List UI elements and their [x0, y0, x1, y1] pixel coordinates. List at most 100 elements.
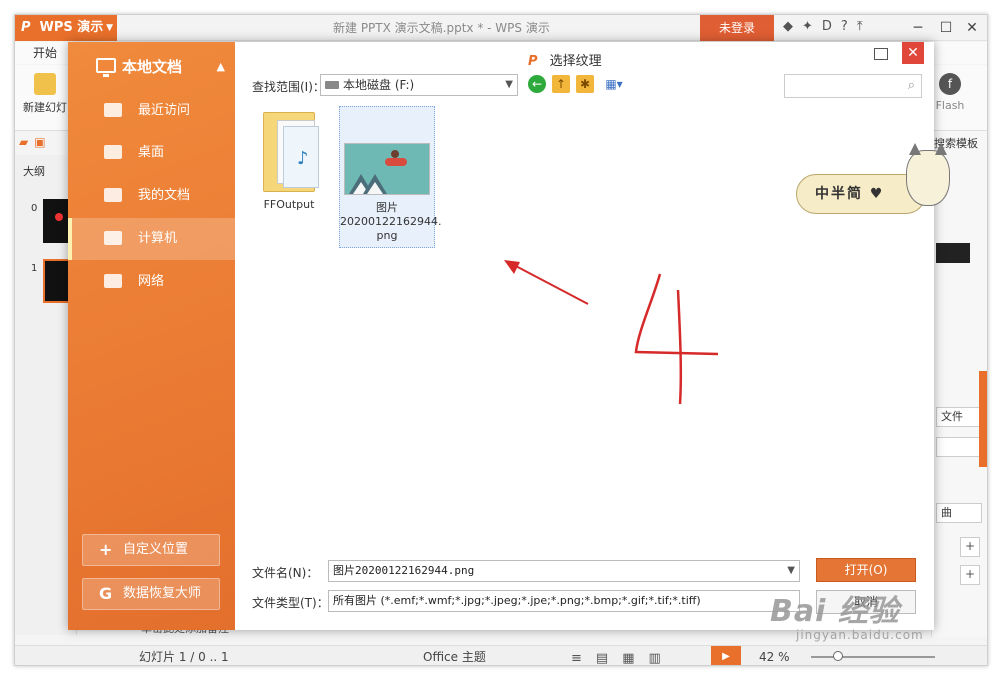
login-button[interactable]: 未登录 — [700, 15, 774, 41]
help-icon[interactable]: ? — [841, 19, 848, 37]
sidebar-header[interactable]: 本地文档 ▲ — [68, 42, 235, 92]
sidebar-item-network[interactable]: 网络 — [68, 261, 235, 303]
pane-toggle-tab[interactable] — [979, 371, 987, 467]
settings-icon[interactable]: ✦ — [802, 19, 813, 37]
select-texture-dialog: 本地文档 ▲ 最近访问 桌面 我的文档 计算机 网络 + 自定义位置 G 数据恢… — [68, 42, 950, 630]
view-menu-icon[interactable]: ▦▾ — [600, 75, 628, 93]
sidebar-item-desktop[interactable]: 桌面 — [68, 132, 235, 174]
titlebar-tools: ◆ ✦ D ? ⤒ — [783, 19, 863, 37]
close-app-button[interactable]: ✕ — [959, 15, 985, 41]
effect-field[interactable]: 曲 — [936, 503, 982, 523]
custom-location-label: 自定义位置 — [123, 542, 189, 557]
cat-sticker-icon — [906, 143, 950, 206]
custom-location-button[interactable]: + 自定义位置 — [82, 534, 220, 566]
app-menu-button[interactable]: P WPS 演示 ▼ — [15, 15, 117, 41]
recovery-icon: G — [99, 584, 113, 603]
look-in-select[interactable]: 本地磁盘 (F:) ▼ — [320, 74, 518, 96]
desktop-icon — [104, 145, 122, 159]
flash-button[interactable]: f Flash — [933, 73, 967, 112]
title-bar: P WPS 演示 ▼ 新建 PPTX 演示文稿.pptx * - WPS 演示 … — [15, 15, 987, 41]
data-recovery-button[interactable]: G 数据恢复大师 — [82, 578, 220, 610]
music-note-icon: ♪ — [297, 148, 309, 169]
filetype-value: 所有图片 (*.emf;*.wmf;*.jpg;*.jpeg;*.jpe;*.p… — [333, 594, 701, 607]
notes-view-icon[interactable]: ≡ — [571, 648, 582, 665]
dialog-nav-toolbar: ← ↑ ✱ ▦▾ — [528, 74, 628, 94]
file-name: 图片 20200122162944. png — [340, 201, 442, 242]
zoom-slider[interactable] — [811, 656, 935, 658]
wps-logo-icon: P — [21, 20, 31, 35]
slide-number: 0 — [31, 203, 38, 214]
file-item-folder[interactable]: ♪ FFOutput — [241, 106, 337, 211]
save-icon[interactable]: ▣ — [34, 135, 45, 151]
dialog-sidebar: 本地文档 ▲ 最近访问 桌面 我的文档 计算机 网络 + 自定义位置 G 数据恢… — [68, 42, 235, 630]
skin-icon[interactable]: ◆ — [783, 19, 793, 37]
document-title: 新建 PPTX 演示文稿.pptx * - WPS 演示 — [333, 21, 550, 35]
view-switcher: ≡ ▤ ▦ ▥ — [571, 648, 661, 665]
file-name: FFOutput — [263, 198, 315, 211]
collapse-up-icon[interactable]: ▲ — [217, 42, 225, 92]
sidebar-item-label: 计算机 — [138, 231, 178, 246]
new-slide-button[interactable]: 新建幻灯 — [21, 73, 69, 115]
dialog-title-text: 选择纹理 — [549, 54, 602, 69]
add-button[interactable]: + — [960, 537, 980, 557]
sidebar-item-computer[interactable]: 计算机 — [68, 218, 235, 260]
drive-icon — [325, 81, 339, 89]
normal-view-icon[interactable]: ▤ — [596, 648, 608, 665]
template-preview[interactable] — [936, 243, 970, 263]
slide-dot — [55, 213, 63, 221]
filename-label: 文件名(N)： — [252, 566, 319, 580]
filename-value: 图片20200122162944.png — [333, 564, 475, 577]
baidu-watermark: Bai 经验 jingyan.baidu.com — [770, 586, 984, 656]
chevron-down-icon: ▼ — [505, 79, 513, 90]
up-folder-icon[interactable]: ↑ — [552, 75, 570, 93]
dialog-search-input[interactable]: ⌕ — [784, 74, 922, 98]
wps-p-icon: P — [528, 54, 538, 69]
quick-access-bar: ▰ ▣ — [19, 135, 46, 151]
minimize-button[interactable]: ─ — [905, 15, 931, 41]
share-icon[interactable]: D — [822, 19, 832, 37]
slide-number: 1 — [31, 263, 38, 274]
dropdown-field[interactable] — [936, 437, 982, 457]
add-button[interactable]: + — [960, 565, 980, 585]
play-slideshow-button[interactable]: ▶ — [711, 646, 741, 665]
file-item-image[interactable]: 图片 20200122162944. png — [339, 106, 442, 248]
menu-start-tab[interactable]: 开始 — [33, 42, 57, 64]
filetype-select[interactable]: 所有图片 (*.emf;*.wmf;*.jpg;*.jpeg;*.jpe;*.p… — [328, 590, 800, 612]
open-button[interactable]: 打开(O) — [816, 558, 916, 582]
filename-input[interactable]: 图片20200122162944.png ▼ — [328, 560, 800, 582]
collapse-icon[interactable]: ⤒ — [857, 19, 863, 37]
folder-icon: ♪ — [259, 106, 319, 192]
sidebar-item-recent[interactable]: 最近访问 — [68, 90, 235, 132]
flash-icon: f — [939, 73, 961, 95]
maximize-button[interactable]: ☐ — [933, 15, 959, 41]
back-icon[interactable]: ← — [528, 75, 546, 93]
sidebar-item-label: 桌面 — [138, 145, 165, 160]
tab-outline[interactable]: 大纲 — [23, 163, 45, 179]
look-in-value: 本地磁盘 (F:) — [343, 78, 415, 92]
app-label: WPS 演示 — [39, 20, 104, 35]
new-folder-icon[interactable]: ✱ — [576, 75, 594, 93]
chevron-down-icon[interactable]: ▼ — [787, 561, 795, 581]
sidebar-header-label: 本地文档 — [122, 58, 183, 76]
computer-icon — [104, 231, 122, 245]
search-icon: ⌕ — [907, 78, 915, 93]
new-slide-icon — [34, 73, 56, 95]
chevron-down-icon: ▼ — [106, 23, 113, 33]
theme-name: Office 主题 — [423, 650, 486, 664]
file-list: ♪ FFOutput 图片 20200122162944. png — [235, 102, 934, 542]
watermark-logo: Bai 经验 — [770, 594, 900, 629]
sidebar-item-documents[interactable]: 我的文档 — [68, 175, 235, 217]
sidebar-item-label: 网络 — [138, 274, 165, 289]
image-thumbnail-icon — [344, 143, 430, 195]
dialog-close-button[interactable]: ✕ — [902, 42, 924, 64]
dialog-maximize-button[interactable] — [874, 48, 888, 60]
sorter-view-icon[interactable]: ▦ — [622, 648, 634, 665]
filetype-label: 文件类型(T)： — [252, 596, 329, 610]
sidebar-item-label: 我的文档 — [138, 188, 191, 203]
new-slide-label: 新建幻灯 — [23, 101, 67, 114]
file-button[interactable]: 文件 — [936, 407, 982, 427]
recent-icon — [104, 103, 122, 117]
folder-icon — [104, 188, 122, 202]
reading-view-icon[interactable]: ▥ — [649, 648, 661, 665]
open-icon[interactable]: ▰ — [19, 135, 28, 151]
